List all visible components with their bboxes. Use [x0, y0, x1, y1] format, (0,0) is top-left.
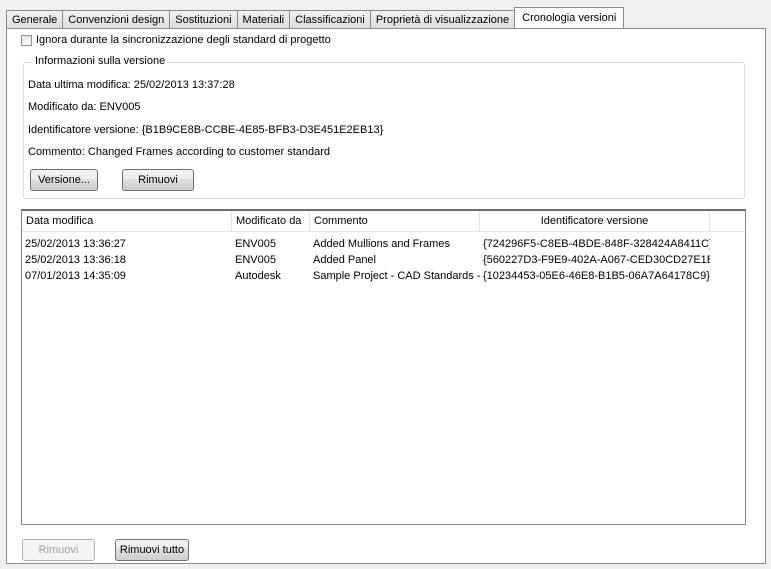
table-row[interactable]: 25/02/2013 13:36:18 ENV005 Added Panel {… — [22, 252, 745, 268]
modified-by-text: Modificato da: ENV005 — [28, 101, 141, 113]
tab-sostituzioni[interactable]: Sostituzioni — [169, 10, 238, 28]
cell-version-id: {560227D3-F9E9-402A-A067-CED30CD27E1E} — [483, 254, 710, 266]
table-row[interactable]: 07/01/2013 14:35:09 Autodesk Sample Proj… — [22, 268, 745, 284]
remove-all-button-label: Rimuovi tutto — [119, 544, 185, 556]
version-info-legend: Informazioni sulla versione — [32, 55, 169, 67]
column-header-data-modifica[interactable]: Data modifica — [22, 211, 232, 231]
version-history-list[interactable]: Data modifica Modificato da Commento Ide… — [21, 209, 746, 525]
remove-button-label: Rimuovi — [38, 544, 79, 556]
remove-all-button[interactable]: Rimuovi tutto — [115, 539, 189, 561]
cell-author: Autodesk — [235, 270, 281, 282]
cell-comment: Added Panel — [313, 254, 376, 266]
version-info-group: Informazioni sulla versione Data ultima … — [23, 55, 745, 199]
tab-cronologia-versioni[interactable]: Cronologia versioni — [514, 7, 625, 28]
comment-text: Commento: Changed Frames according to cu… — [28, 146, 331, 158]
ignore-sync-label: Ignora durante la sincronizzazione degli… — [36, 34, 331, 46]
tab-materiali[interactable]: Materiali — [236, 10, 291, 28]
tab-strip: Generale Convenzioni design Sostituzioni… — [6, 7, 625, 28]
cell-comment: Added Mullions and Frames — [313, 238, 450, 250]
version-id-text: Identificatore versione: {B1B9CE8B-CCBE-… — [28, 124, 384, 136]
list-header: Data modifica Modificato da Commento Ide… — [22, 211, 745, 232]
column-header-identificatore-versione[interactable]: Identificatore versione — [480, 211, 710, 231]
last-modified-text: Data ultima modifica: 25/02/2013 13:37:2… — [28, 79, 235, 91]
remove-version-button-label: Rimuovi — [138, 174, 178, 186]
remove-version-button[interactable]: Rimuovi — [122, 169, 194, 191]
cell-author: ENV005 — [235, 238, 276, 250]
column-header-commento[interactable]: Commento — [310, 211, 480, 231]
version-button[interactable]: Versione... — [30, 169, 98, 191]
ignore-sync-option[interactable]: Ignora durante la sincronizzazione degli… — [21, 34, 331, 46]
tab-generale[interactable]: Generale — [6, 10, 64, 28]
cell-author: ENV005 — [235, 254, 276, 266]
cell-date: 07/01/2013 14:35:09 — [25, 270, 126, 282]
tab-convenzioni-design[interactable]: Convenzioni design — [62, 10, 171, 28]
cell-comment: Sample Project - CAD Standards -... — [313, 270, 480, 282]
cell-version-id: {10234453-05E6-46E8-B1B5-06A7A64178C9} — [483, 270, 710, 282]
cell-date: 25/02/2013 13:36:27 — [25, 238, 126, 250]
tab-classificazioni[interactable]: Classificazioni — [289, 10, 371, 28]
ignore-sync-checkbox[interactable] — [21, 34, 32, 46]
table-row[interactable]: 25/02/2013 13:36:27 ENV005 Added Mullion… — [22, 236, 745, 252]
tab-panel: Ignora durante la sincronizzazione degli… — [6, 28, 766, 564]
cell-date: 25/02/2013 13:36:18 — [25, 254, 126, 266]
tab-proprieta-visualizzazione[interactable]: Proprietà di visualizzazione — [369, 10, 516, 28]
version-button-label: Versione... — [38, 174, 90, 186]
remove-button[interactable]: Rimuovi — [22, 539, 95, 561]
column-header-modificato-da[interactable]: Modificato da — [232, 211, 310, 231]
cell-version-id: {724296F5-C8EB-4BDE-848F-328424A8411C} — [483, 238, 710, 250]
